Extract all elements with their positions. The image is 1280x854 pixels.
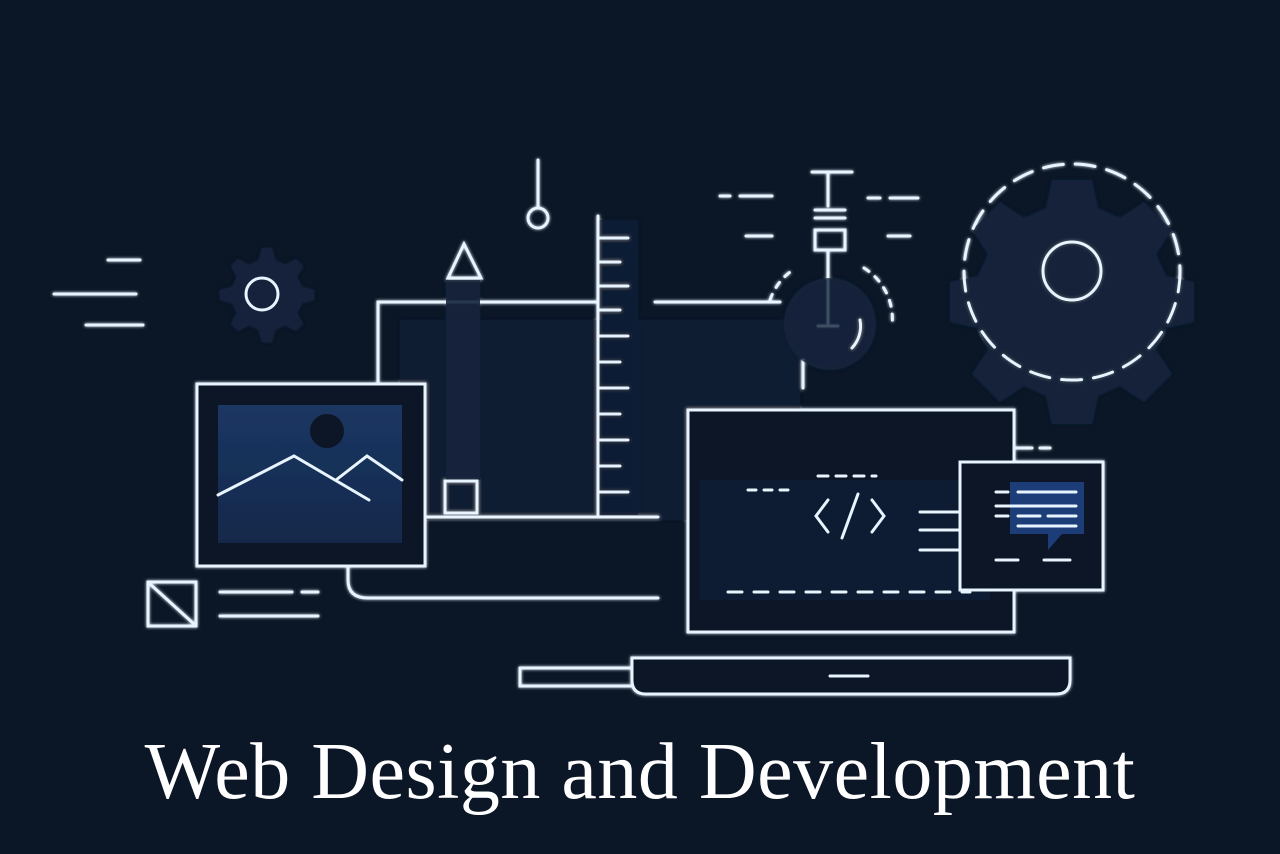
- page-title: Web Design and Development: [144, 728, 1136, 816]
- gear-icon: [220, 248, 314, 342]
- hero-banner: Web Design and Development: [0, 0, 1280, 854]
- ruler-icon: [596, 214, 638, 517]
- pendulum-icon: [526, 158, 550, 230]
- pencil-icon: [443, 240, 484, 515]
- image-frame-icon: [195, 382, 427, 568]
- speed-lines: [52, 258, 145, 327]
- crop-icon: [146, 580, 198, 628]
- dashed-gear-icon: [950, 162, 1194, 424]
- chat-window-icon: [958, 446, 1105, 592]
- caption-lines: [218, 590, 320, 618]
